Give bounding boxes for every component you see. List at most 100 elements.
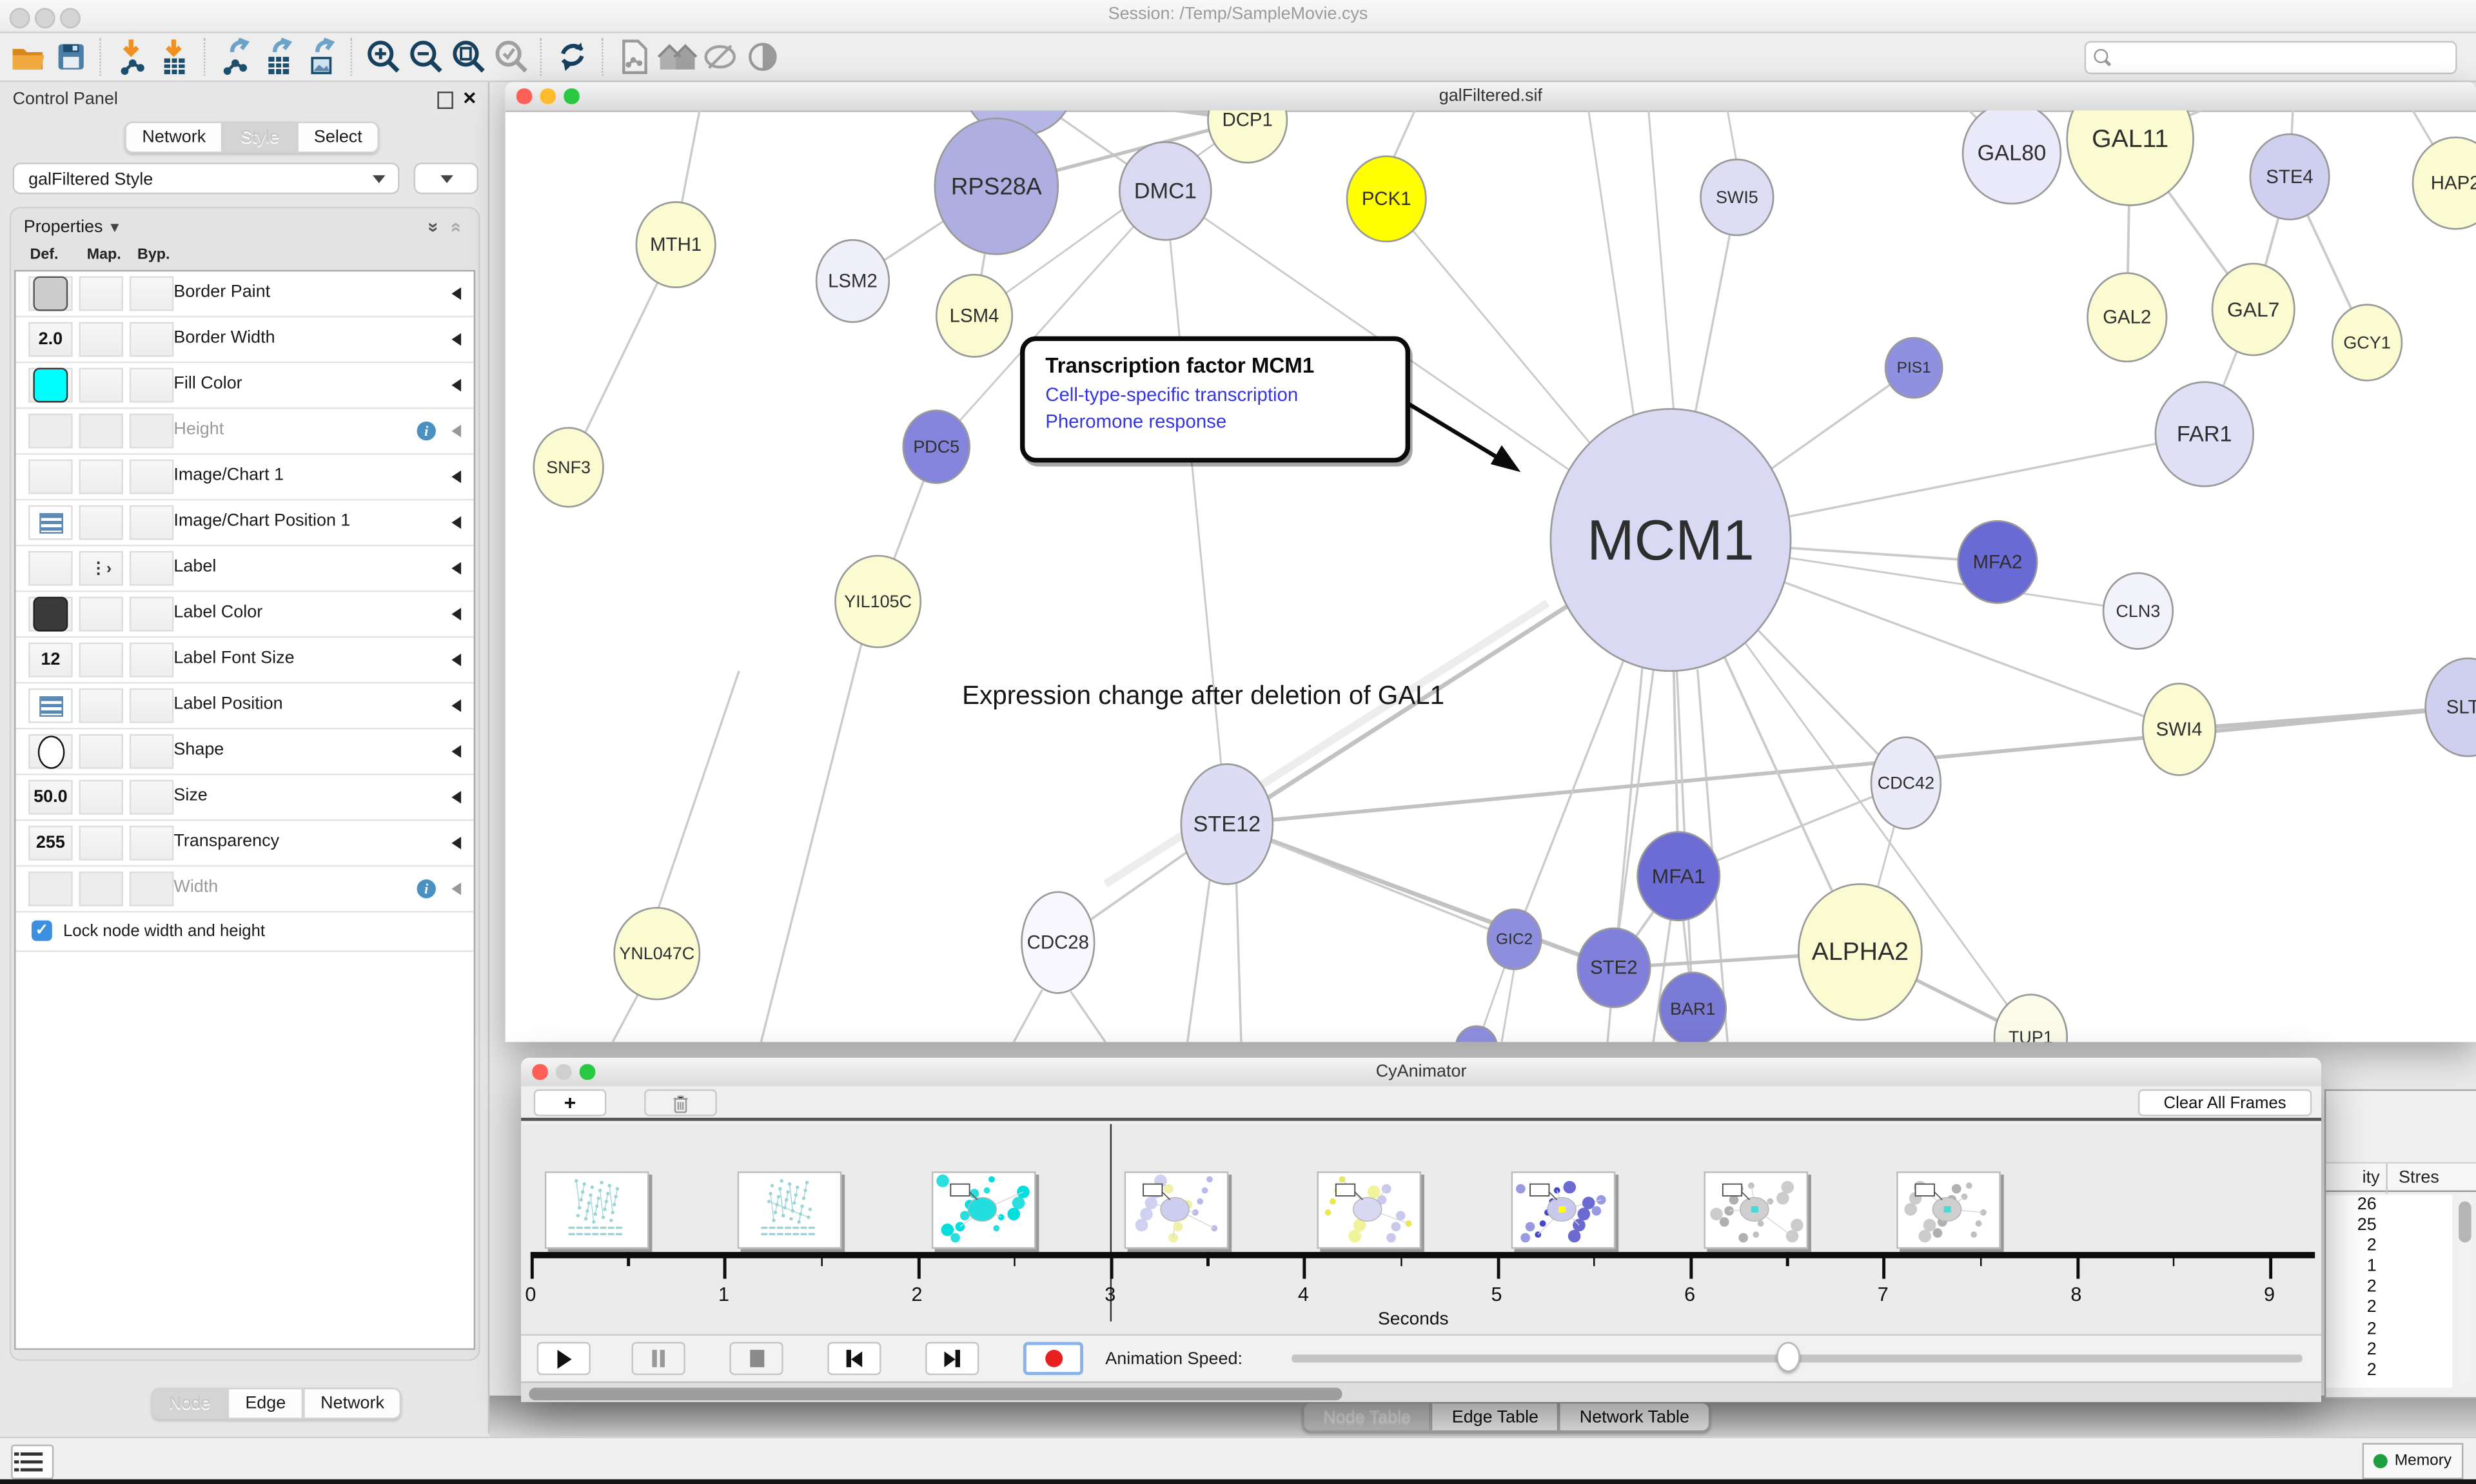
next-frame-button[interactable] [925,1342,979,1375]
map-cell[interactable] [79,277,123,311]
stop-button[interactable] [729,1342,783,1375]
expand-row-icon[interactable] [451,288,461,300]
play-button[interactable] [537,1342,591,1375]
cyanimator-hscrollbar[interactable] [521,1381,2321,1402]
property-row-border-width[interactable]: 2.0Border Width [15,317,473,363]
table-scrollbar-thumb[interactable] [2459,1202,2471,1243]
byp-cell[interactable] [130,688,174,723]
property-row-size[interactable]: 50.0Size [15,775,473,821]
map-cell[interactable] [79,734,123,769]
expand-all-icon[interactable]: « [421,222,443,232]
map-cell[interactable] [79,597,123,632]
frame-thumbnail-3[interactable] [1125,1171,1229,1249]
chevron-down-icon[interactable]: ▼ [108,219,122,235]
def-cell[interactable]: 12 [28,643,73,678]
expand-row-icon[interactable] [451,883,461,895]
property-row-image-chart-1[interactable]: Image/Chart 1 [15,454,473,500]
def-cell[interactable]: 255 [28,826,73,861]
byp-cell[interactable] [130,460,174,494]
table-rows[interactable]: 26252122222 [2326,1195,2452,1388]
zoom-fit-icon[interactable] [447,36,489,77]
byp-cell[interactable] [130,505,174,540]
collapse-all-icon[interactable]: « [446,222,468,232]
table-row[interactable]: 26 [2326,1195,2452,1216]
property-row-fill-color[interactable]: Fill Color [15,363,473,409]
byp-cell[interactable] [130,734,174,769]
record-button[interactable] [1023,1342,1083,1375]
import-network-icon[interactable] [110,36,153,77]
table-row[interactable]: 2 [2326,1360,2452,1381]
expand-row-icon[interactable] [451,379,461,392]
expand-row-icon[interactable] [451,608,461,621]
map-cell[interactable] [79,780,123,815]
property-row-height[interactable]: Heighti [15,409,473,454]
property-row-border-paint[interactable]: Border Paint [15,271,473,317]
frame-thumbnail-4[interactable] [1317,1171,1422,1249]
def-cell[interactable] [28,277,73,311]
style-options-button[interactable] [414,162,478,194]
add-frame-button[interactable]: + [534,1089,607,1117]
lock-checkbox[interactable]: ✓ [32,921,52,941]
column-header-centrality[interactable]: ity [2326,1168,2379,1187]
bottom-tab-network[interactable]: Network [303,1388,402,1420]
bottom-tab-edge[interactable]: Edge [228,1388,303,1420]
expand-row-icon[interactable] [451,699,461,712]
dock-tab-edge-table[interactable]: Edge Table [1431,1402,1559,1432]
def-cell[interactable] [28,551,73,586]
map-cell[interactable] [79,460,123,494]
table-row[interactable]: 2 [2326,1340,2452,1360]
def-cell[interactable] [28,597,73,632]
style-selector[interactable]: galFiltered Style [13,162,400,194]
tab-network[interactable]: Network [124,122,223,153]
animation-speed-thumb[interactable] [1776,1342,1800,1372]
property-row-label-font-size[interactable]: 12Label Font Size [15,638,473,683]
table-row[interactable]: 2 [2326,1236,2452,1257]
search-input[interactable] [2085,41,2457,74]
byp-cell[interactable] [130,322,174,357]
expand-row-icon[interactable] [451,562,461,575]
frame-thumbnail-2[interactable] [931,1171,1036,1249]
expand-row-icon[interactable] [451,837,461,850]
map-cell[interactable]: ⋮› [79,551,123,586]
export-network-icon[interactable] [215,36,257,77]
task-history-button[interactable] [11,1445,54,1479]
dock-tab-node-table[interactable]: Node Table [1302,1402,1431,1432]
map-cell[interactable] [79,826,123,861]
def-cell[interactable] [28,460,73,494]
property-row-image-chart-position-1[interactable]: Image/Chart Position 1 [15,500,473,546]
map-cell[interactable] [79,414,123,449]
previous-frame-button[interactable] [827,1342,881,1375]
property-row-transparency[interactable]: 255Transparency [15,821,473,866]
expand-row-icon[interactable] [451,791,461,804]
map-cell[interactable] [79,368,123,403]
hscrollbar-thumb[interactable] [529,1387,1342,1400]
map-cell[interactable] [79,322,123,357]
expand-row-icon[interactable] [451,516,461,529]
memory-button[interactable]: Memory [2363,1443,2464,1479]
table-row[interactable]: 1 [2326,1257,2452,1278]
byp-cell[interactable] [130,780,174,815]
def-cell[interactable] [28,414,73,449]
frame-thumbnail-5[interactable] [1511,1171,1615,1249]
frames-timeline[interactable]: Seconds 0123456789 [521,1124,2321,1334]
pause-button[interactable] [632,1342,685,1375]
bottom-tab-node[interactable]: Node [152,1388,228,1420]
column-header-stress[interactable]: Stres [2399,1168,2439,1187]
map-cell[interactable] [79,872,123,906]
def-cell[interactable] [28,734,73,769]
info-icon[interactable]: i [417,879,436,898]
byp-cell[interactable] [130,643,174,678]
def-cell[interactable]: 2.0 [28,322,73,357]
info-icon[interactable]: i [417,422,436,440]
frame-thumbnail-7[interactable] [1897,1171,2001,1249]
open-session-icon[interactable] [6,36,49,77]
network-node-nodeb[interactable] [1456,1026,1497,1042]
hide-graphics-icon[interactable] [698,36,740,77]
float-panel-icon[interactable] [437,92,453,109]
expand-row-icon[interactable] [451,425,461,438]
byp-cell[interactable] [130,872,174,906]
tab-select[interactable]: Select [297,122,380,153]
def-cell[interactable] [28,872,73,906]
network-file-icon[interactable] [613,36,655,77]
show-graphics-icon[interactable] [741,36,783,77]
